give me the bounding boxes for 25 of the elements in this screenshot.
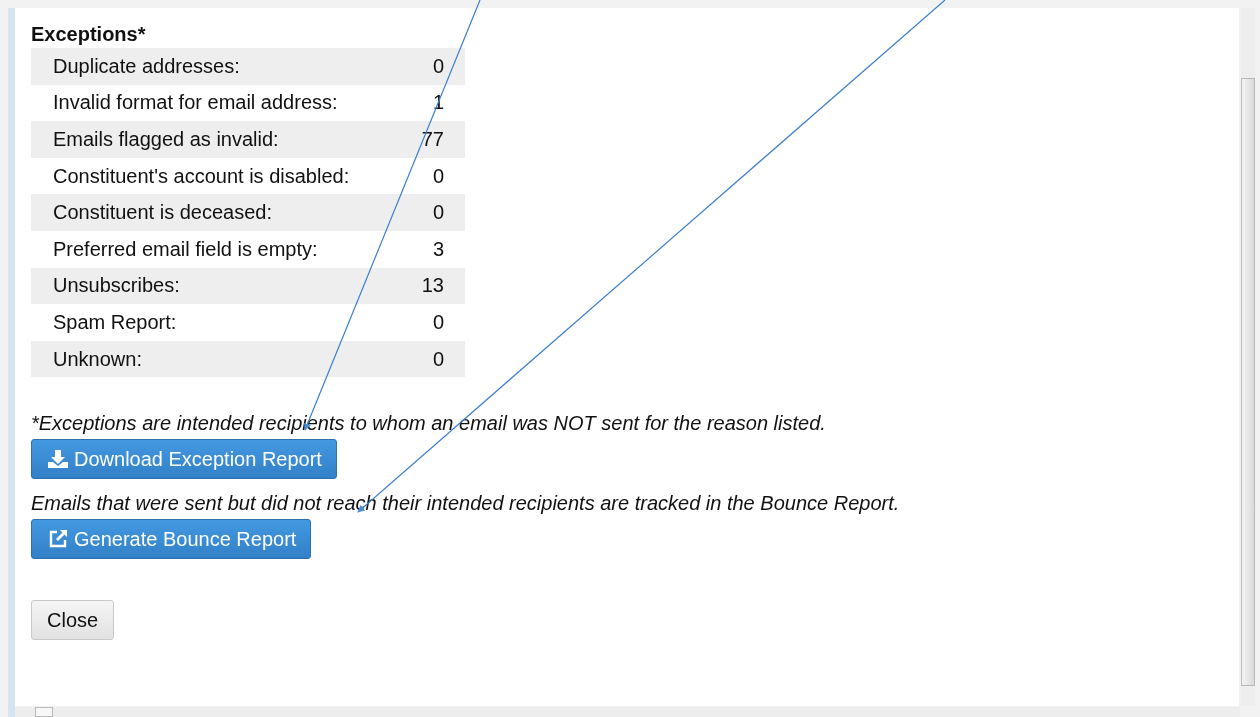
table-cell: Duplicate addresses:: [53, 54, 240, 78]
table-cell: Preferred email field is empty:: [53, 237, 318, 261]
table-cell: 0: [432, 164, 444, 188]
download-button[interactable]: Download Exception Report: [31, 439, 337, 480]
table-cell: Constituent is deceased:: [53, 201, 273, 225]
table-cell: 0: [432, 54, 444, 78]
table-cell: Invalid format for email address:: [53, 91, 338, 115]
table-cell: 13: [421, 274, 444, 298]
section-title: Exceptions*: [31, 22, 146, 46]
table-cell: 0: [432, 201, 444, 225]
table-cell: Constituent's account is disabled:: [53, 164, 350, 188]
table-cell: Unknown:: [53, 347, 142, 371]
close-button[interactable]: Close: [31, 600, 115, 641]
scrollbar-thumb[interactable]: [35, 707, 53, 717]
bounce-report-button[interactable]: Generate Bounce Report: [31, 519, 312, 560]
table-cell: 0: [432, 347, 444, 371]
table-cell: Emails flagged as invalid:: [53, 128, 279, 151]
table-cell: 77: [421, 128, 444, 151]
table-cell: 0: [432, 310, 444, 334]
table-cell: Unsubscribes:: [53, 274, 180, 298]
external-link-icon: [48, 529, 68, 550]
horizontal-scrollbar[interactable]: [15, 707, 1240, 717]
table-cell: Spam Report:: [53, 310, 177, 334]
table-cell: 3: [432, 237, 444, 261]
download-icon: [48, 450, 68, 469]
